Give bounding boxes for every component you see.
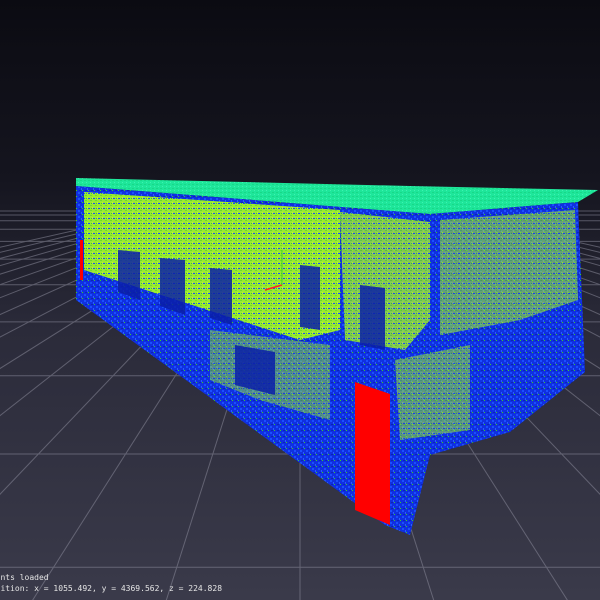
- red-marker: [80, 240, 83, 280]
- point-cloud-scene[interactable]: [0, 0, 600, 600]
- building-point-cloud[interactable]: [76, 178, 598, 535]
- point-cloud-viewport[interactable]: Points loaded Position: x = 1055.492, y …: [0, 0, 600, 600]
- red-door: [355, 382, 390, 525]
- facade-lower-band-right: [395, 345, 470, 440]
- status-cursor-position: Position: x = 1055.492, y = 4369.562, z …: [0, 584, 223, 593]
- status-points-loaded: Points loaded: [0, 573, 49, 582]
